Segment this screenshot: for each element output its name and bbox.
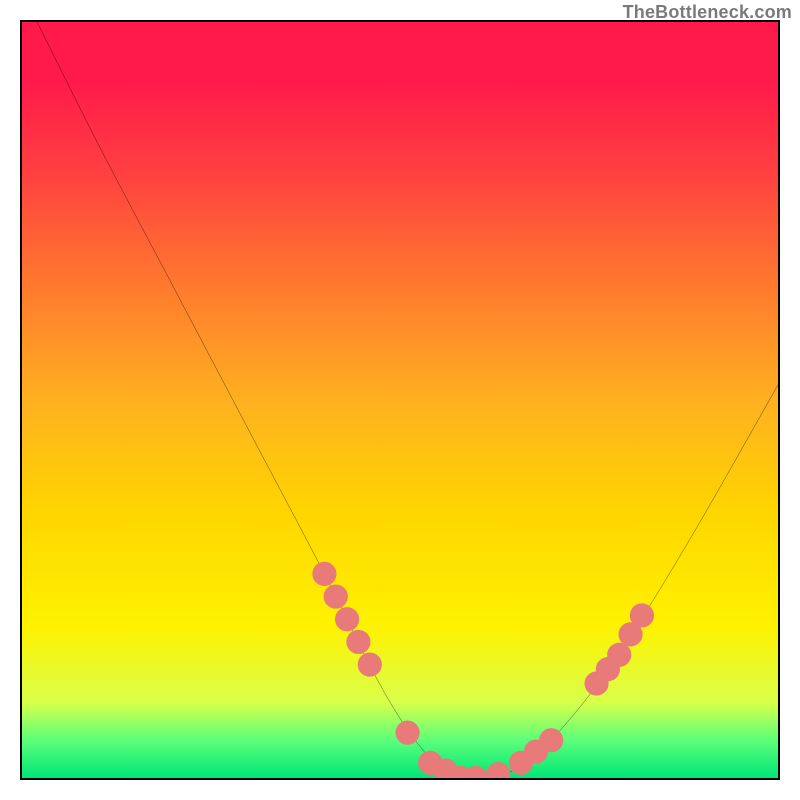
marker-dot bbox=[607, 643, 631, 667]
marker-dot bbox=[464, 766, 488, 778]
marker-dot bbox=[395, 721, 419, 745]
highlight-markers bbox=[312, 562, 654, 778]
marker-dot bbox=[358, 653, 382, 677]
marker-dot bbox=[539, 728, 563, 752]
marker-dot bbox=[335, 607, 359, 631]
bottleneck-curve bbox=[37, 22, 778, 778]
chart-frame bbox=[20, 20, 780, 780]
marker-dot bbox=[486, 762, 510, 778]
marker-dot bbox=[346, 630, 370, 654]
chart-svg bbox=[22, 22, 778, 778]
marker-dot bbox=[312, 562, 336, 586]
marker-dot bbox=[324, 584, 348, 608]
marker-dot bbox=[630, 603, 654, 627]
